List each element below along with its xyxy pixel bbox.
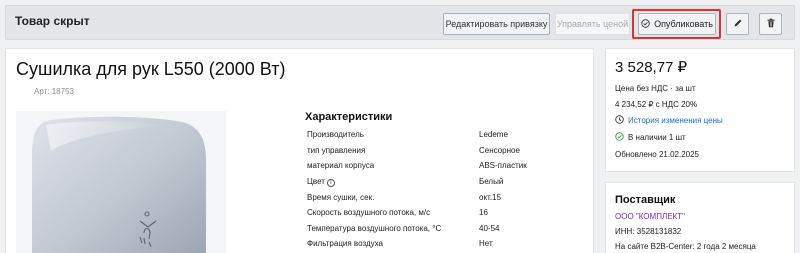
info-icon[interactable]: i xyxy=(326,179,335,187)
spec-value: ABS-пластик xyxy=(479,161,527,170)
delete-button[interactable] xyxy=(759,13,782,35)
spec-value: 40-54 xyxy=(479,224,500,233)
price-history-label: История изменения цены xyxy=(628,116,723,125)
stock-label: В наличии 1 шт xyxy=(628,133,686,142)
spec-key: Скорость воздушного потока, м/с xyxy=(307,208,431,217)
stock-status: В наличии 1 шт xyxy=(615,132,686,143)
product-image[interactable] xyxy=(16,111,226,253)
price-updated: Обновлено 21.02.2025 xyxy=(615,150,699,159)
spec-value: окт.15 xyxy=(479,193,501,202)
product-toolbar: Товар скрыт Редактировать привязку Управ… xyxy=(5,5,795,40)
spec-value: Нет xyxy=(479,239,493,248)
publish-button[interactable]: Опубликовать xyxy=(638,13,716,35)
pencil-icon xyxy=(733,18,743,30)
publish-label: Опубликовать xyxy=(654,19,713,29)
price-card: 3 528,77 ₽ Цена без НДС · за шт 4 234,52… xyxy=(605,48,795,172)
spec-value: Сенсорное xyxy=(479,146,520,155)
spec-key: Время сушки, сек. xyxy=(307,193,375,202)
spec-key-with-info: Цвет i xyxy=(307,177,335,187)
edit-binding-button[interactable]: Редактировать привязку xyxy=(443,13,550,35)
check-circle-icon xyxy=(641,18,650,30)
spec-value: 16 xyxy=(479,208,488,217)
clock-icon xyxy=(615,115,624,126)
spec-key: Производитель xyxy=(307,130,364,139)
specs-title: Характеристики xyxy=(305,111,393,123)
supplier-title: Поставщик xyxy=(615,194,676,206)
spec-key: Фильтрация воздуха xyxy=(307,239,383,248)
supplier-card: Поставщик ООО "КОМПЛЕКТ" ИНН: 3528131832… xyxy=(605,182,795,253)
price-history-link[interactable]: История изменения цены xyxy=(615,115,723,126)
supplier-inn: ИНН: 3528131832 xyxy=(615,227,682,236)
edit-button[interactable] xyxy=(726,13,749,35)
product-status: Товар скрыт xyxy=(15,14,90,28)
supplier-name-link[interactable]: ООО "КОМПЛЕКТ" xyxy=(615,212,685,221)
manage-price-button[interactable]: Управлять ценой xyxy=(555,13,630,35)
spec-key: материал корпуса xyxy=(307,161,375,170)
price-no-vat: Цена без НДС · за шт xyxy=(615,84,696,93)
spec-key: Температура воздушного потока, °С xyxy=(307,224,442,233)
trash-icon xyxy=(766,18,776,30)
spec-key: тип управления xyxy=(307,146,366,155)
spec-value: Ledeme xyxy=(479,130,508,139)
check-circle-icon xyxy=(615,132,624,143)
product-card: Сушилка для рук L550 (2000 Вт) Арт: 1875… xyxy=(5,48,594,253)
supplier-since: На сайте B2B-Center: 2 года 2 месяца xyxy=(615,242,756,251)
spec-key: Цвет xyxy=(307,177,325,186)
product-sku: Арт: 18753 xyxy=(34,87,74,96)
product-title: Сушилка для рук L550 (2000 Вт) xyxy=(16,59,286,79)
price-value: 3 528,77 ₽ xyxy=(615,59,688,76)
spec-value: Белый xyxy=(479,177,504,186)
price-with-vat: 4 234,52 ₽ с НДС 20% xyxy=(615,100,698,109)
